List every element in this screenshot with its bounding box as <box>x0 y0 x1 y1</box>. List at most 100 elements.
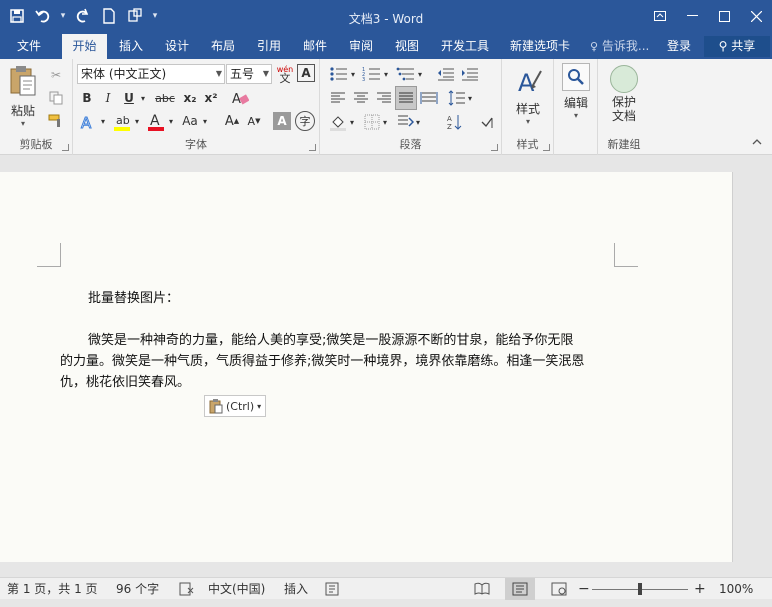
underline-dropdown-icon[interactable]: ▾ <box>138 88 148 108</box>
font-launcher-icon[interactable] <box>309 144 316 151</box>
zoom-slider[interactable] <box>592 578 688 600</box>
format-painter-icon[interactable] <box>46 111 66 131</box>
clipboard-launcher-icon[interactable] <box>62 144 69 151</box>
svg-text:3: 3 <box>362 77 365 82</box>
language-indicator[interactable]: 中文(中国) <box>208 578 265 600</box>
underline-button[interactable]: U <box>119 88 139 108</box>
grow-font-button[interactable]: A ▲ <box>221 111 243 131</box>
character-border-icon[interactable]: A <box>297 64 315 82</box>
clipboard-icon <box>209 399 223 414</box>
group-styles: A 样式 ▾ 样式 <box>502 59 554 155</box>
multilevel-list-icon[interactable] <box>394 63 418 85</box>
font-color-dropdown-icon[interactable]: ▾ <box>166 111 176 131</box>
page-count[interactable]: 第 1 页，共 1 页 <box>7 578 98 600</box>
svg-text:A: A <box>150 113 160 129</box>
subscript-button[interactable]: x₂ <box>180 88 200 108</box>
protect-document-button[interactable]: 保护 文档 <box>602 65 646 129</box>
highlight-color-icon[interactable]: ab <box>111 111 133 133</box>
align-right-icon[interactable] <box>373 87 395 109</box>
macro-recording-icon[interactable] <box>325 578 339 600</box>
align-left-icon[interactable] <box>327 87 349 109</box>
decrease-indent-icon[interactable] <box>435 63 457 85</box>
share-button[interactable]: ⚲ 共享 <box>704 36 770 57</box>
tab-new-tab[interactable]: 新建选项卡 <box>503 34 577 59</box>
styles-button[interactable]: A 样式 ▾ <box>506 65 550 129</box>
show-hide-marks-icon[interactable] <box>476 111 498 133</box>
login-button[interactable]: 登录 <box>667 34 691 59</box>
shading-icon[interactable] <box>327 111 349 133</box>
tab-file[interactable]: 文件 <box>8 34 50 59</box>
editing-button[interactable]: 编辑 ▾ <box>558 63 594 129</box>
clear-formatting-icon[interactable]: A <box>229 87 251 109</box>
maximize-icon[interactable] <box>708 0 740 32</box>
italic-button[interactable]: I <box>98 88 118 108</box>
numbering-dropdown-icon[interactable]: ▾ <box>382 63 390 85</box>
cut-icon[interactable]: ✂ <box>46 65 66 85</box>
superscript-button[interactable]: x² <box>201 88 221 108</box>
strikethrough-button[interactable]: abc <box>152 88 178 108</box>
zoom-slider-thumb[interactable] <box>638 583 642 595</box>
shading-dropdown-icon[interactable]: ▾ <box>348 111 356 133</box>
copy-icon[interactable] <box>46 88 66 108</box>
word-count[interactable]: 96 个字 <box>116 578 159 600</box>
justify-icon[interactable] <box>395 86 417 110</box>
close-icon[interactable] <box>740 0 772 32</box>
line-spacing-icon[interactable] <box>446 87 468 109</box>
distributed-icon[interactable] <box>418 87 440 109</box>
paste-button[interactable]: 粘贴 ▾ <box>6 65 40 128</box>
chinese-layout-icon[interactable] <box>394 111 416 133</box>
proofing-icon[interactable] <box>178 578 194 600</box>
bold-button[interactable]: B <box>77 88 97 108</box>
insert-mode[interactable]: 插入 <box>284 578 308 600</box>
web-layout-icon[interactable] <box>551 578 567 600</box>
print-layout-icon[interactable] <box>505 578 535 600</box>
paragraph-launcher-icon[interactable] <box>491 144 498 151</box>
vertical-scrollbar[interactable] <box>756 155 772 577</box>
font-color-icon[interactable]: A <box>145 111 167 133</box>
bullets-dropdown-icon[interactable]: ▾ <box>349 63 357 85</box>
bullets-icon[interactable] <box>327 63 351 85</box>
zoom-in-button[interactable]: + <box>694 578 706 600</box>
tab-developer[interactable]: 开发工具 <box>433 34 497 59</box>
font-name-combobox[interactable]: 宋体 (中文正文) ▼ <box>77 64 225 84</box>
chinese-layout-dropdown-icon[interactable]: ▾ <box>414 111 422 133</box>
shrink-font-button[interactable]: A ▼ <box>243 111 265 131</box>
change-case-button[interactable]: Aa <box>179 111 201 131</box>
ribbon-display-options-icon[interactable] <box>644 0 676 32</box>
phonetic-guide-icon[interactable]: wén 文 <box>275 63 295 85</box>
tab-insert[interactable]: 插入 <box>111 34 151 59</box>
increase-indent-icon[interactable] <box>459 63 481 85</box>
line-spacing-dropdown-icon[interactable]: ▾ <box>466 87 474 109</box>
enclose-characters-button[interactable]: 字 <box>295 111 315 131</box>
tab-references[interactable]: 引用 <box>249 34 289 59</box>
text-effects-icon[interactable]: A <box>77 111 99 133</box>
tab-design[interactable]: 设计 <box>157 34 197 59</box>
highlight-dropdown-icon[interactable]: ▾ <box>132 111 142 131</box>
tab-view[interactable]: 视图 <box>387 34 427 59</box>
tab-home[interactable]: 开始 <box>62 34 107 59</box>
document-page[interactable]: 批量替换图片： 微笑是一种神奇的力量，能给人美的享受;微笑是一股源源不断的甘泉，… <box>0 172 733 562</box>
zoom-out-button[interactable]: − <box>578 578 590 600</box>
align-center-icon[interactable] <box>350 87 372 109</box>
zoom-level[interactable]: 100% <box>719 578 753 600</box>
borders-dropdown-icon[interactable]: ▾ <box>381 111 389 133</box>
paste-options-button[interactable]: (Ctrl) ▾ <box>204 395 266 417</box>
styles-launcher-icon[interactable] <box>543 144 550 151</box>
text-effects-dropdown-icon[interactable]: ▾ <box>98 111 108 131</box>
paste-dropdown-icon[interactable]: ▾ <box>6 119 40 128</box>
font-size-combobox[interactable]: 五号 ▼ <box>226 64 272 84</box>
sort-icon[interactable]: AZ <box>444 111 466 133</box>
numbering-icon[interactable]: 123 <box>360 63 384 85</box>
paste-icon <box>10 66 36 96</box>
tab-layout[interactable]: 布局 <box>203 34 243 59</box>
read-mode-icon[interactable] <box>474 578 490 600</box>
tab-mailings[interactable]: 邮件 <box>295 34 335 59</box>
tell-me-search[interactable]: ♀ 告诉我... <box>590 34 649 59</box>
character-shading-button[interactable]: A <box>273 112 291 130</box>
collapse-ribbon-icon[interactable] <box>752 137 762 148</box>
borders-icon[interactable] <box>361 111 383 133</box>
tab-review[interactable]: 审阅 <box>341 34 381 59</box>
change-case-dropdown-icon[interactable]: ▾ <box>200 111 210 131</box>
multilevel-dropdown-icon[interactable]: ▾ <box>416 63 424 85</box>
minimize-icon[interactable] <box>676 0 708 32</box>
